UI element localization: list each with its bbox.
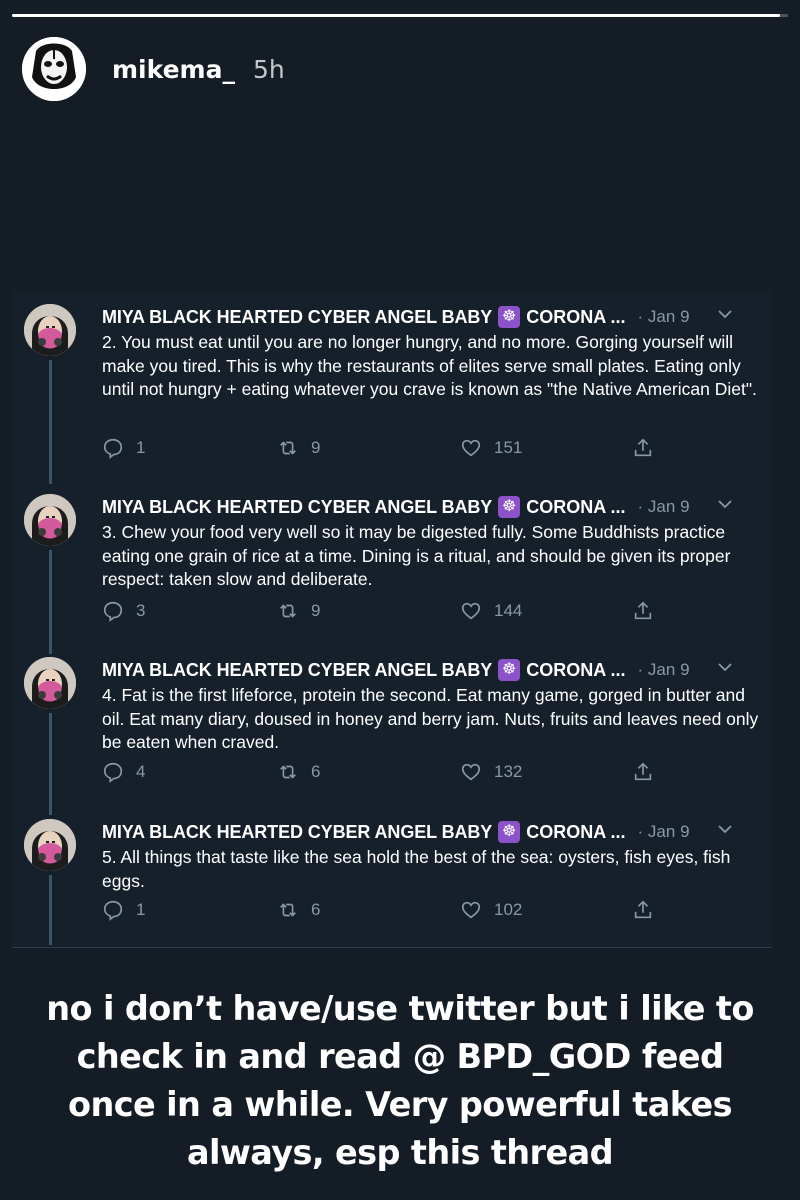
reply-button[interactable]: 1	[102, 899, 145, 921]
tweet-author-name[interactable]: MIYA BLACK HEARTED CYBER ANGEL BABY	[102, 307, 492, 328]
like-count: 102	[494, 900, 523, 919]
person-with-mask-icon	[24, 657, 76, 709]
story-header: mikema_ 5h	[22, 36, 285, 102]
heart-icon	[461, 901, 481, 919]
tweet-text: 2. You must eat until you are no longer …	[102, 332, 757, 399]
story-avatar[interactable]	[22, 37, 86, 101]
tweet-author-name-tail[interactable]: CORONA ...	[526, 660, 625, 681]
like-button[interactable]: 132	[460, 761, 522, 783]
like-button[interactable]: 144	[460, 600, 522, 622]
tweet-avatar[interactable]	[24, 494, 76, 546]
story-username[interactable]: mikema_	[112, 55, 235, 84]
tweet-text: 5. All things that taste like the sea ho…	[102, 847, 731, 891]
thread-connector-line	[49, 875, 52, 945]
tweet-author-name-tail[interactable]: CORONA ...	[526, 307, 625, 328]
like-button[interactable]: 151	[460, 437, 522, 459]
tweet-item[interactable]: MIYA BLACK HEARTED CYBER ANGEL BABY ☸ CO…	[12, 298, 772, 484]
chevron-down-icon[interactable]	[718, 659, 732, 675]
retweet-icon	[280, 903, 296, 917]
share-icon	[634, 762, 652, 781]
reply-icon	[103, 601, 123, 622]
tweet-date[interactable]: · Jan 9	[638, 307, 690, 327]
tweet-author-name[interactable]: MIYA BLACK HEARTED CYBER ANGEL BABY	[102, 497, 492, 518]
thread-connector-line	[49, 360, 52, 484]
tweet-item[interactable]: MIYA BLACK HEARTED CYBER ANGEL BABY ☸ CO…	[12, 488, 772, 654]
retweet-count: 6	[311, 762, 321, 781]
tweet-item[interactable]: MIYA BLACK HEARTED CYBER ANGEL BABY ☸ CO…	[12, 651, 772, 815]
tweet-avatar[interactable]	[24, 657, 76, 709]
chevron-down-icon[interactable]	[718, 496, 732, 512]
thread-connector-line	[49, 550, 52, 654]
story-timestamp: 5h	[252, 54, 285, 84]
heart-icon	[461, 763, 481, 781]
chevron-down-icon[interactable]	[718, 821, 732, 837]
retweet-button[interactable]: 9	[277, 437, 320, 459]
reply-button[interactable]: 4	[102, 761, 145, 783]
story-caption: no i don’t have/use twitter but i like t…	[46, 989, 754, 1172]
retweet-button[interactable]: 9	[277, 600, 320, 622]
tweet-actions: 4 6 132	[102, 761, 662, 791]
tweet-date[interactable]: · Jan 9	[638, 660, 690, 680]
tweet-text: 3. Chew your food very well so it may be…	[102, 522, 731, 589]
dharma-wheel-icon: ☸	[498, 821, 521, 843]
reply-icon	[103, 438, 123, 459]
tweet-text: 4. Fat is the first lifeforce, protein t…	[102, 685, 759, 752]
share-icon	[634, 438, 652, 457]
thread-connector-line	[49, 713, 52, 815]
chevron-down-icon[interactable]	[718, 306, 732, 322]
tweet-avatar[interactable]	[24, 304, 76, 356]
retweet-icon	[280, 604, 296, 618]
tweet-author-name[interactable]: MIYA BLACK HEARTED CYBER ANGEL BABY	[102, 822, 492, 843]
share-icon	[634, 900, 652, 919]
reply-count: 4	[136, 762, 146, 781]
share-button[interactable]	[632, 600, 666, 622]
story-progress-bar	[12, 14, 788, 17]
tweet-thread-screenshot: MIYA BLACK HEARTED CYBER ANGEL BABY ☸ CO…	[12, 292, 772, 948]
tweet-actions: 1 6 102	[102, 899, 662, 929]
person-with-mask-icon	[24, 304, 76, 356]
tweet-avatar[interactable]	[24, 819, 76, 871]
share-button[interactable]	[632, 437, 666, 459]
reply-count: 3	[136, 601, 146, 620]
tweet-item[interactable]: MIYA BLACK HEARTED CYBER ANGEL BABY ☸ CO…	[12, 813, 772, 945]
heart-icon	[461, 439, 481, 457]
retweet-icon	[280, 441, 296, 455]
like-button[interactable]: 102	[460, 899, 522, 921]
retweet-icon	[280, 765, 296, 779]
tweet-author-name-tail[interactable]: CORONA ...	[526, 497, 625, 518]
reply-icon	[103, 900, 123, 921]
share-button[interactable]	[632, 761, 666, 783]
reply-button[interactable]: 1	[102, 437, 145, 459]
tweet-actions: 3 9 144	[102, 600, 662, 630]
retweet-count: 9	[311, 438, 321, 457]
tweet-date[interactable]: · Jan 9	[638, 497, 690, 517]
reply-icon	[103, 762, 123, 783]
retweet-count: 9	[311, 601, 321, 620]
tweet-author-name-tail[interactable]: CORONA ...	[526, 822, 625, 843]
dharma-wheel-icon: ☸	[498, 659, 521, 681]
tweet-actions: 1 9 151	[102, 437, 662, 467]
dharma-wheel-icon: ☸	[498, 306, 521, 328]
retweet-button[interactable]: 6	[277, 899, 320, 921]
story-progress-fill	[12, 14, 781, 17]
reply-count: 1	[136, 900, 146, 919]
like-count: 144	[494, 601, 523, 620]
like-count: 151	[494, 438, 523, 457]
reply-button[interactable]: 3	[102, 600, 145, 622]
dharma-wheel-icon: ☸	[498, 496, 521, 518]
person-with-mask-icon	[24, 819, 76, 871]
person-with-mask-icon	[24, 494, 76, 546]
reply-count: 1	[136, 438, 146, 457]
tweet-author-name[interactable]: MIYA BLACK HEARTED CYBER ANGEL BABY	[102, 660, 492, 681]
tweet-date[interactable]: · Jan 9	[638, 822, 690, 842]
retweet-count: 6	[311, 900, 321, 919]
share-button[interactable]	[632, 899, 666, 921]
like-count: 132	[494, 762, 523, 781]
heart-icon	[461, 602, 481, 620]
avatar-image-icon	[22, 37, 86, 101]
retweet-button[interactable]: 6	[277, 761, 320, 783]
share-icon	[634, 601, 652, 620]
